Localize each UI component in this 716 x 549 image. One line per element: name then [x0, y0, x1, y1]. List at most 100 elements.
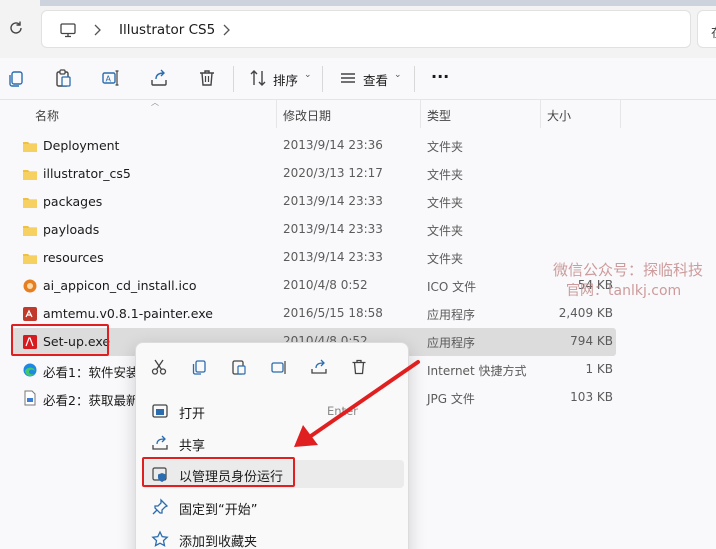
ico-file-icon — [23, 279, 37, 293]
file-date: 2013/9/14 23:33 — [283, 222, 383, 236]
file-date: 2020/3/13 12:17 — [283, 166, 383, 180]
column-name[interactable]: 名称 — [35, 107, 59, 124]
paste-icon[interactable] — [53, 68, 73, 88]
file-type: 文件夹 — [427, 140, 464, 154]
svg-text:A: A — [106, 75, 112, 84]
delete-icon[interactable] — [197, 68, 217, 88]
column-header-row: ︿ 名称 修改日期 类型 大小 — [0, 98, 716, 128]
folder-icon — [23, 226, 37, 236]
file-row[interactable]: payloads 2013/9/14 23:33 文件夹 — [12, 216, 616, 244]
pin-icon — [152, 498, 169, 515]
exe-icon — [23, 307, 37, 321]
menu-item-open[interactable]: 打开 Enter — [142, 397, 404, 425]
share-icon[interactable] — [310, 358, 328, 376]
this-pc-icon[interactable] — [59, 21, 77, 39]
file-row[interactable]: ai_appicon_cd_install.ico 2010/4/8 0:52 … — [12, 272, 616, 300]
file-date: 2013/9/14 23:33 — [283, 250, 383, 264]
refresh-icon[interactable] — [7, 19, 25, 37]
file-type: 应用程序 — [427, 336, 476, 350]
file-type: 文件夹 — [427, 196, 464, 210]
paste-icon[interactable] — [230, 358, 248, 376]
menu-item-label: 添加到收藏夹 — [179, 535, 258, 549]
menu-item-pin-to-start[interactable]: 固定到“开始” — [142, 493, 404, 521]
column-divider[interactable] — [420, 100, 421, 128]
chevron-right-icon[interactable] — [91, 23, 103, 37]
column-divider[interactable] — [620, 100, 621, 128]
file-row[interactable]: resources 2013/9/14 23:33 文件夹 — [12, 244, 616, 272]
menu-item-add-to-favorites[interactable]: 添加到收藏夹 — [142, 525, 404, 549]
file-type: JPG 文件 — [427, 392, 475, 406]
open-icon — [152, 404, 168, 418]
file-name: amtemu.v0.8.1-painter.exe — [43, 306, 213, 321]
file-row[interactable]: packages 2013/9/14 23:33 文件夹 — [12, 188, 616, 216]
file-name: 必看2：获取最新 — [43, 393, 139, 408]
chevron-right-icon[interactable] — [220, 23, 232, 37]
toolbar-divider — [322, 66, 323, 92]
breadcrumb-current-folder[interactable]: Illustrator CS5 — [119, 22, 215, 38]
folder-icon — [23, 254, 37, 264]
command-bar: A 排序 ⌄ 查看 ⌄ ··· — [0, 58, 716, 100]
watermark-line2: 官网：tanlkj.com — [566, 283, 682, 299]
address-bar[interactable]: Illustrator CS5 — [41, 10, 691, 48]
folder-icon — [23, 170, 37, 180]
toolbar-divider — [233, 66, 234, 92]
file-name: 必看1：软件安装 — [43, 365, 139, 380]
file-name: illustrator_cs5 — [43, 166, 131, 181]
file-type: ICO 文件 — [427, 280, 477, 294]
file-row[interactable]: illustrator_cs5 2020/3/13 12:17 文件夹 — [12, 160, 616, 188]
file-date: 2013/9/14 23:33 — [283, 194, 383, 208]
file-date: 2016/5/15 18:58 — [283, 306, 383, 320]
file-name: Deployment — [43, 138, 120, 153]
file-name: ai_appicon_cd_install.ico — [43, 278, 197, 293]
file-size: 1 KB — [585, 362, 613, 376]
chevron-down-icon[interactable]: ⌄ — [304, 70, 312, 80]
delete-icon[interactable] — [350, 358, 368, 376]
folder-icon — [23, 198, 37, 208]
menu-item-label: 共享 — [179, 439, 206, 454]
file-size: 103 KB — [570, 390, 613, 404]
star-icon — [151, 530, 169, 547]
file-type: 文件夹 — [427, 252, 464, 266]
column-size[interactable]: 大小 — [547, 107, 571, 124]
view-button[interactable]: 查看 — [363, 70, 388, 89]
share-icon — [152, 435, 168, 450]
watermark-line1: 微信公众号：探临科技 — [553, 261, 704, 279]
view-icon[interactable] — [338, 68, 358, 88]
highlight-box-setup — [11, 324, 109, 356]
search-input[interactable]: 在 — [697, 10, 716, 48]
menu-item-label: 打开 — [179, 407, 206, 422]
file-explorer-window: Illustrator CS5 在 A — [0, 0, 716, 549]
rename-icon[interactable] — [270, 358, 288, 376]
file-size: 2,409 KB — [558, 306, 613, 320]
column-date[interactable]: 修改日期 — [283, 107, 331, 124]
cut-icon[interactable] — [150, 358, 168, 376]
menu-item-share[interactable]: 共享 — [142, 429, 404, 457]
tab-strip — [40, 0, 716, 6]
search-placeholder: 在 — [711, 22, 716, 41]
column-divider[interactable] — [540, 100, 541, 128]
share-icon[interactable] — [149, 68, 169, 88]
file-date: 2010/4/8 0:52 — [283, 278, 368, 292]
chevron-down-icon[interactable]: ⌄ — [394, 70, 402, 80]
highlight-box-run-as-admin — [142, 457, 295, 487]
address-row: Illustrator CS5 在 — [0, 0, 716, 58]
copy-icon[interactable] — [6, 68, 26, 88]
context-menu-quick-actions — [136, 343, 410, 389]
column-divider[interactable] — [276, 100, 277, 128]
file-date: 2013/9/14 23:36 — [283, 138, 383, 152]
file-type: 文件夹 — [427, 224, 464, 238]
menu-item-shortcut: Enter — [327, 404, 358, 418]
file-size: 794 KB — [570, 334, 613, 348]
file-row[interactable]: Deployment 2013/9/14 23:36 文件夹 — [12, 132, 616, 160]
more-options-button[interactable]: ··· — [431, 67, 449, 86]
sort-button[interactable]: 排序 — [273, 70, 298, 89]
file-type: 文件夹 — [427, 168, 464, 182]
copy-icon[interactable] — [190, 358, 208, 376]
file-type: Internet 快捷方式 — [427, 364, 527, 378]
toolbar-divider — [414, 66, 415, 92]
column-type[interactable]: 类型 — [427, 107, 451, 124]
rename-icon[interactable]: A — [101, 68, 121, 88]
sort-indicator-icon: ︿ — [151, 98, 159, 107]
sort-icon[interactable] — [248, 68, 268, 88]
edge-shortcut-icon — [23, 363, 37, 377]
